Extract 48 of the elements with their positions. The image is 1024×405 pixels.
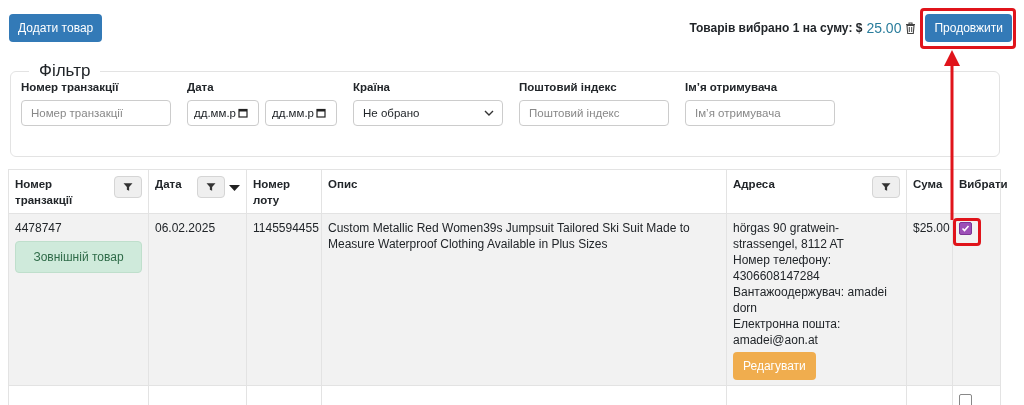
column-header: Вибрати xyxy=(959,177,1008,192)
trash-icon[interactable] xyxy=(905,22,917,34)
description-text: Custom Metallic Red Women39s Jumpsuit Tailored Ski Suit Made to Measure Waterproof Clothing Available in Plus Sizes xyxy=(328,221,690,251)
column-header: Номер лоту xyxy=(253,177,292,208)
filter-icon xyxy=(880,181,892,193)
external-item-badge[interactable]: Зовнішній товар xyxy=(15,241,142,273)
column-header: Адреса xyxy=(733,177,776,192)
address-line: Вантажоодержувач: amadei dorn xyxy=(733,284,888,316)
field-label: Номер транзакції xyxy=(21,81,120,93)
field-label: Ім’я отримувача xyxy=(685,81,779,93)
calendar-icon xyxy=(316,108,327,118)
filter-button[interactable] xyxy=(197,176,225,198)
sort-caret-icon[interactable] xyxy=(229,184,240,192)
filter-legend: Фільтр xyxy=(29,61,101,81)
country-dropdown[interactable]: Не обрано xyxy=(353,100,503,126)
address-line: Електронна пошта: amadei@aon.at xyxy=(733,316,842,348)
highlight-frame xyxy=(953,218,981,246)
add-item-button[interactable]: Додати товар xyxy=(9,14,103,42)
continue-button[interactable]: Продовжити xyxy=(925,14,1012,42)
column-header: Опис xyxy=(328,177,359,192)
table-cell: 4478747 xyxy=(15,221,62,235)
total-amount: 25.00 xyxy=(866,20,902,36)
select-checkbox[interactable] xyxy=(959,394,972,405)
column-header: Номер транзакції xyxy=(15,177,74,208)
filter-icon xyxy=(122,181,134,193)
field-label: Поштовий індекс xyxy=(519,81,618,93)
filter-button[interactable] xyxy=(872,176,900,198)
address-line: Номер телефону: 4306608147284 xyxy=(733,252,833,284)
text-field[interactable]: Ім’я отримувача xyxy=(685,100,835,126)
field-label: Дата xyxy=(187,81,215,93)
table-cell: 1145594455 xyxy=(253,221,319,235)
table-cell: 06.02.2025 xyxy=(155,221,216,235)
select-checkbox[interactable] xyxy=(959,222,972,235)
column-header: Дата xyxy=(155,177,183,192)
table-cell: $25.00 xyxy=(913,221,950,235)
filter-button[interactable] xyxy=(114,176,142,198)
column-header: Сума xyxy=(913,177,944,192)
text-field[interactable]: Поштовий індекс xyxy=(519,100,669,126)
filter-icon xyxy=(205,181,217,193)
chevron-down-icon xyxy=(484,110,494,116)
calendar-icon xyxy=(238,108,249,118)
selection-summary: Товарів вибрано 1 на суму: $ xyxy=(689,21,863,35)
text-field[interactable]: Номер транзакції xyxy=(21,100,171,126)
field-label: Країна xyxy=(353,81,391,93)
checkmark-icon xyxy=(960,223,971,234)
address-line: hörgas 90 gratwein- strassengel, 8112 AT xyxy=(733,220,845,252)
date-field[interactable]: дд.мм.р xyxy=(187,100,259,126)
date-field[interactable]: дд.мм.р xyxy=(265,100,337,126)
